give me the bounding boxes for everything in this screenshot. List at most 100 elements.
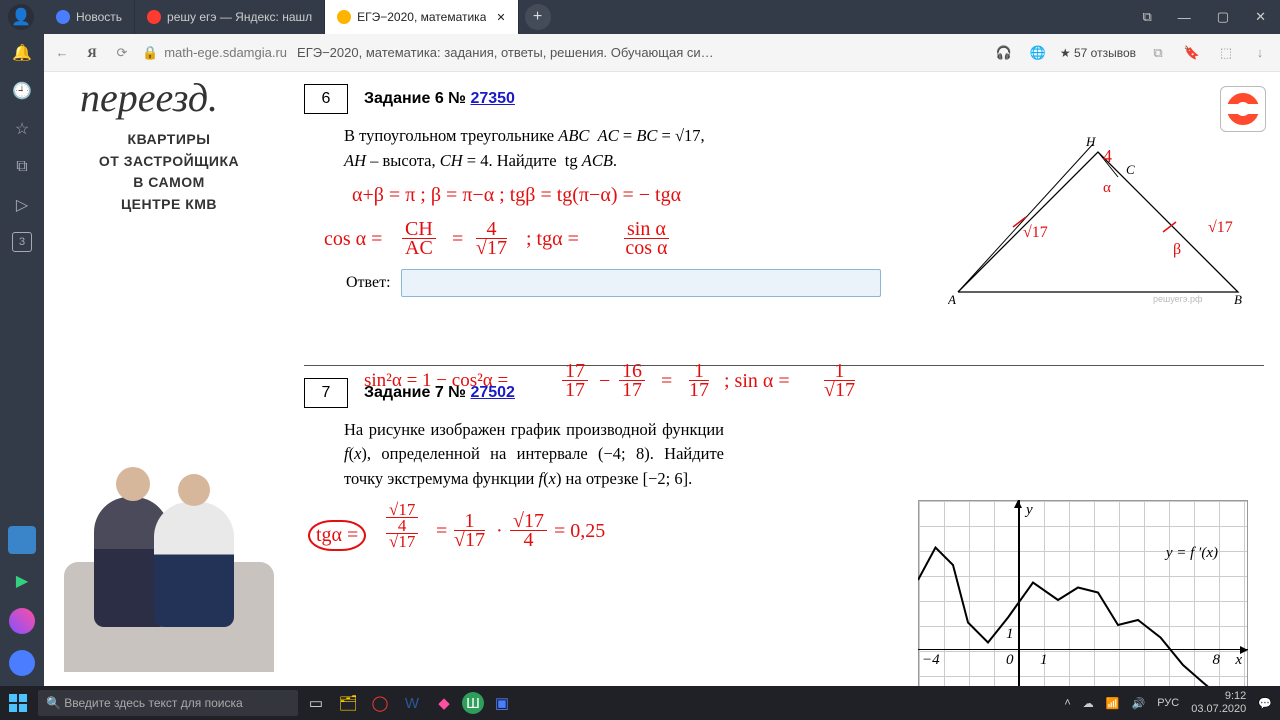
answer-label: Ответ:: [346, 274, 391, 292]
ad-photo: [64, 422, 274, 672]
browser-titlebar: 👤 Новость решу егэ — Яндекс: нашл ЕГЭ−20…: [0, 0, 1280, 34]
x-tick: 0: [1006, 652, 1014, 669]
tab-strip: Новость решу егэ — Яндекс: нашл ЕГЭ−2020…: [44, 0, 1129, 34]
tab-news[interactable]: Новость: [44, 0, 135, 34]
minimize-button[interactable]: —: [1178, 10, 1191, 25]
bookmark-icon[interactable]: 🔖: [1180, 43, 1204, 63]
handwriting: CHAC: [402, 220, 436, 257]
translate-icon[interactable]: 🌐: [1026, 43, 1050, 63]
task-title: Задание 7 № 27502: [364, 384, 515, 402]
keyboard-icon[interactable]: [8, 526, 36, 554]
sidebar-toggle-icon[interactable]: ⬚: [1214, 43, 1238, 63]
tabs-count-icon[interactable]: 3: [12, 232, 32, 252]
window-controls: ⧉ — ▢ ✕: [1129, 9, 1280, 25]
explorer-icon[interactable]: 🗂: [334, 689, 362, 717]
ad-slogan: КВАРТИРЫ ОТ ЗАСТРОЙЩИКА В САМОМ ЦЕНТРЕ К…: [64, 129, 274, 216]
maximize-button[interactable]: ▢: [1217, 9, 1229, 25]
onedrive-icon[interactable]: ☁: [1083, 697, 1094, 710]
yandex-home-button[interactable]: Я: [82, 43, 102, 63]
svg-text:B: B: [1234, 292, 1242, 307]
clock[interactable]: 9:12 03.07.2020: [1191, 690, 1246, 715]
y-axis-label: y: [1026, 502, 1033, 519]
tab-label: решу егэ — Яндекс: нашл: [167, 10, 312, 24]
triangle-figure: H C A B решуегэ.рф 4 α √17 β √17: [948, 132, 1248, 307]
chart-legend: y = f ′(x): [1166, 545, 1218, 562]
app2-icon[interactable]: ▣: [488, 689, 516, 717]
svg-text:A: A: [948, 292, 956, 307]
tab-ege-math[interactable]: ЕГЭ−2020, математика ✕: [325, 0, 518, 34]
reviews-badge[interactable]: ★ 57 отзывов: [1060, 46, 1136, 60]
x-tick: 8: [1213, 652, 1221, 669]
handwriting: cos α =: [324, 228, 382, 251]
svg-text:C: C: [1126, 162, 1135, 177]
headphones-icon[interactable]: 🎧: [992, 43, 1016, 63]
task-id-link[interactable]: 27350: [470, 90, 515, 107]
media-icon[interactable]: ▷: [11, 194, 33, 216]
task-id-link[interactable]: 27502: [470, 384, 515, 401]
task-number-box: 7: [304, 378, 348, 408]
ad-banner[interactable]: переезд. КВАРТИРЫ ОТ ЗАСТРОЙЩИКА В САМОМ…: [64, 72, 274, 672]
y-tick: 1: [1006, 626, 1014, 643]
handwriting: tgα =: [308, 520, 366, 551]
handwriting: 4√17: [476, 220, 507, 257]
yandex-browser-icon[interactable]: ◯: [366, 689, 394, 717]
derivative-chart: y x −4 0 1 8 1 y = f ′(x): [918, 500, 1248, 686]
profile-avatar[interactable]: 👤: [8, 4, 34, 30]
address-bar: ← Я ⟳ 🔒 math-ege.sdamgia.ru ЕГЭ−2020, ма…: [0, 34, 1280, 72]
favorites-icon[interactable]: ☆: [11, 118, 33, 140]
handwriting: =: [452, 228, 463, 251]
word-icon[interactable]: W: [398, 689, 426, 717]
back-button[interactable]: ←: [52, 43, 72, 63]
handwriting: =: [436, 520, 447, 543]
download-icon[interactable]: ↓: [1248, 43, 1272, 63]
notifications-icon[interactable]: 🔔: [11, 42, 33, 64]
start-button[interactable]: [8, 693, 28, 713]
task-text: На рисунке изображен график производной …: [344, 418, 724, 492]
svg-text:H: H: [1085, 134, 1096, 149]
svg-text:4: 4: [1103, 146, 1112, 166]
play-triangle-icon[interactable]: ▶: [11, 570, 33, 592]
handwriting: = 0,25: [554, 520, 605, 543]
handwriting: √174: [510, 512, 547, 549]
handwriting: ·: [496, 520, 503, 543]
reload-button[interactable]: ⟳: [112, 43, 132, 63]
notifications-center-icon[interactable]: 💬: [1258, 697, 1272, 710]
close-window-button[interactable]: ✕: [1255, 9, 1266, 25]
volume-icon[interactable]: 🔊: [1132, 697, 1146, 710]
task-view-icon[interactable]: ▭: [302, 689, 330, 717]
answer-input[interactable]: [401, 269, 881, 297]
x-tick: −4: [922, 652, 940, 669]
whiteboard-icon[interactable]: Ш: [462, 692, 484, 714]
language-indicator[interactable]: РУС: [1157, 697, 1179, 709]
page-title-text: ЕГЭ−2020, математика: задания, ответы, р…: [297, 45, 714, 60]
tab-favicon: [337, 10, 351, 24]
system-tray[interactable]: ˄ ☁ 📶 🔊 РУС 9:12 03.07.2020 💬: [1064, 690, 1272, 715]
tasks-area: 6 Задание 6 № 27350 В тупоугольном треуг…: [304, 72, 1270, 504]
taskbar-search[interactable]: 🔍 Введите здесь текст для поиска: [38, 690, 298, 716]
history-icon[interactable]: 🕘: [11, 80, 33, 102]
tray-up-icon[interactable]: ˄: [1064, 697, 1070, 709]
x-axis-label: x: [1235, 652, 1242, 669]
tab-favicon: [147, 10, 161, 24]
tab-yandex-search[interactable]: решу егэ — Яндекс: нашл: [135, 0, 325, 34]
task-title: Задание 6 № 27350: [364, 90, 515, 108]
collections-icon[interactable]: ⧉: [11, 156, 33, 178]
handwriting: 1√17: [454, 512, 485, 549]
windows-taskbar: 🔍 Введите здесь текст для поиска ▭ 🗂 ◯ W…: [0, 686, 1280, 720]
panel-button[interactable]: ⧉: [1143, 9, 1152, 25]
yandex-services-icon[interactable]: [9, 650, 35, 676]
tab-label: ЕГЭ−2020, математика: [357, 10, 486, 24]
app-icon[interactable]: ◆: [430, 689, 458, 717]
url-display[interactable]: 🔒 math-ege.sdamgia.ru: [142, 45, 287, 61]
page-content: переезд. КВАРТИРЫ ОТ ЗАСТРОЙЩИКА В САМОМ…: [44, 72, 1280, 686]
alisa-icon[interactable]: [9, 608, 35, 634]
browser-sidebar: 🔔 🕘 ☆ ⧉ ▷ 3 ▶: [0, 34, 44, 686]
handwriting: √17 4 √17: [386, 502, 418, 550]
network-icon[interactable]: 📶: [1106, 697, 1120, 710]
extension-icon[interactable]: ⧉: [1146, 43, 1170, 63]
tab-favicon: [56, 10, 70, 24]
new-tab-button[interactable]: +: [525, 4, 551, 30]
ad-script-text: переезд.: [64, 72, 274, 129]
svg-text:√17: √17: [1208, 219, 1233, 236]
close-tab-icon[interactable]: ✕: [496, 11, 505, 24]
